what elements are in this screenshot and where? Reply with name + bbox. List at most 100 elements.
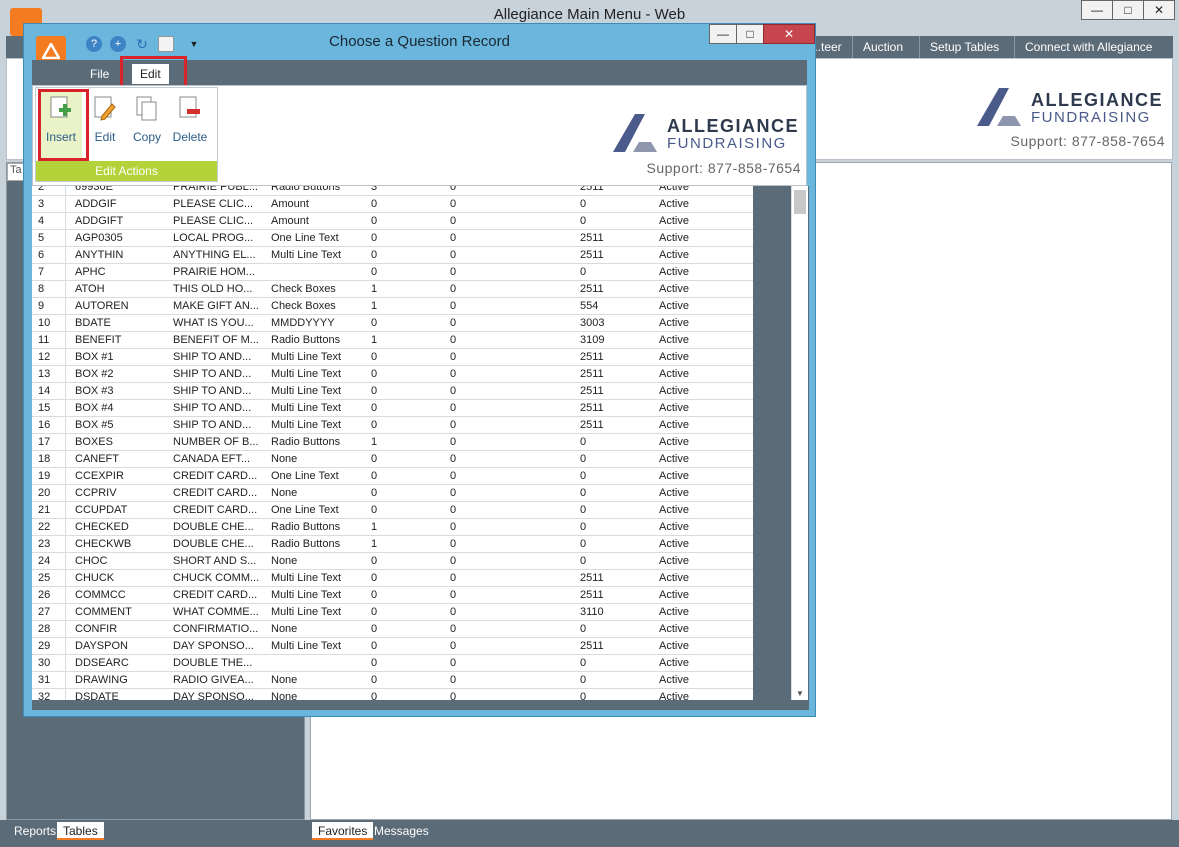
question-description-cell: WHAT COMME...: [173, 606, 259, 618]
main-tab-setup-tables[interactable]: Setup Tables: [919, 36, 1009, 58]
table-row[interactable]: 14 BOX #3 SHIP TO AND... Multi Line Text 0 0 2…: [32, 383, 753, 400]
col-a-value-cell: 0: [371, 623, 378, 635]
maximize-button[interactable]: □: [1112, 0, 1144, 20]
table-row[interactable]: 17 BOXES NUMBER OF B... Radio Buttons 1 0 0 Act…: [32, 434, 753, 451]
question-type-cell: None: [271, 555, 298, 567]
table-row[interactable]: 28 CONFIR CONFIRMATIO... None 0 0 0 Active: [32, 621, 753, 638]
table-row[interactable]: 23 CHECKWB DOUBLE CHE... Radio Buttons 1 0 0 Ac…: [32, 536, 753, 553]
col-b-value-cell: 0: [450, 351, 457, 363]
insert-button[interactable]: Insert: [40, 90, 82, 158]
dialog-maximize-button[interactable]: □: [736, 24, 764, 44]
menu-edit[interactable]: Edit: [132, 64, 169, 84]
col-c-value-cell: 0: [580, 470, 587, 482]
col-c-value-cell: 0: [580, 538, 587, 550]
table-row[interactable]: 32 DSDATE DAY SPONSO... None 0 0 0 Active: [32, 689, 753, 700]
table-row[interactable]: 24 CHOC SHORT AND S... None 0 0 0 Active: [32, 553, 753, 570]
allegiance-logo: ALLEGIANCE FUNDRAISING: [975, 86, 1165, 133]
table-row[interactable]: 29 DAYSPON DAY SPONSO... Multi Line Text 0 0 2…: [32, 638, 753, 655]
table-row[interactable]: 3 ADDGIF PLEASE CLIC... Amount 0 0 0 Active: [32, 196, 753, 213]
col-c-value-cell: 0: [580, 436, 587, 448]
question-code-cell: ANYTHIN: [75, 249, 124, 261]
tab-messages[interactable]: Messages: [368, 822, 435, 840]
question-code-cell: CHECKED: [75, 521, 129, 533]
close-button[interactable]: ✕: [1143, 0, 1175, 20]
table-row[interactable]: 31 DRAWING RADIO GIVEA... None 0 0 0 Active: [32, 672, 753, 689]
table-row[interactable]: 13 BOX #2 SHIP TO AND... Multi Line Text 0 0 2…: [32, 366, 753, 383]
question-description-cell: CREDIT CARD...: [173, 504, 258, 516]
row-number-cell: 9: [32, 298, 66, 314]
main-tab-connect[interactable]: Connect with Allegiance: [1014, 36, 1162, 58]
table-row[interactable]: 9 AUTOREN MAKE GIFT AN... Check Boxes 1 0 554 A…: [32, 298, 753, 315]
dialog-close-button[interactable]: ✕: [763, 24, 815, 44]
table-row[interactable]: 5 AGP0305 LOCAL PROG... One Line Text 0 0 2511…: [32, 230, 753, 247]
edit-actions-group-label: Edit Actions: [36, 161, 217, 181]
vertical-scrollbar[interactable]: ▼: [791, 186, 808, 700]
table-row[interactable]: 11 BENEFIT BENEFIT OF M... Radio Buttons 1 0 3…: [32, 332, 753, 349]
table-row[interactable]: 6 ANYTHIN ANYTHING EL... Multi Line Text 0 0 2…: [32, 247, 753, 264]
col-a-value-cell: 0: [371, 198, 378, 210]
copy-button[interactable]: Copy: [126, 90, 168, 158]
question-description-cell: CHUCK COMM...: [173, 572, 260, 584]
row-number-cell: 16: [32, 417, 66, 433]
table-row[interactable]: 26 COMMCC CREDIT CARD... Multi Line Text 0 0 2…: [32, 587, 753, 604]
col-b-value-cell: 0: [450, 674, 457, 686]
minimize-button[interactable]: —: [1081, 0, 1113, 20]
question-description-cell: DAY SPONSO...: [173, 640, 254, 652]
row-number-cell: 22: [32, 519, 66, 535]
row-number-cell: 24: [32, 553, 66, 569]
question-code-cell: BOX #4: [75, 402, 114, 414]
table-row[interactable]: 15 BOX #4 SHIP TO AND... Multi Line Text 0 0 2…: [32, 400, 753, 417]
question-code-cell: COMMCC: [75, 589, 126, 601]
table-row[interactable]: 20 CCPRIV CREDIT CARD... None 0 0 0 Active: [32, 485, 753, 502]
scroll-down-icon[interactable]: ▼: [796, 689, 804, 698]
col-c-value-cell: 3003: [580, 317, 605, 329]
col-b-value-cell: 0: [450, 385, 457, 397]
delete-icon: [179, 96, 201, 122]
col-c-value-cell: 0: [580, 453, 587, 465]
svg-text:FUNDRAISING: FUNDRAISING: [667, 135, 787, 152]
question-code-cell: BDATE: [75, 317, 111, 329]
scrollbar-thumb[interactable]: [794, 190, 806, 214]
col-c-value-cell: 2511: [580, 589, 604, 601]
menu-file[interactable]: File: [82, 64, 117, 84]
table-row[interactable]: 21 CCUPDAT CREDIT CARD... One Line Text 0 0 0 A…: [32, 502, 753, 519]
col-c-value-cell: 2511: [580, 351, 604, 363]
table-row[interactable]: 7 APHC PRAIRIE HOM... 0 0 0 Active: [32, 264, 753, 281]
table-row[interactable]: 22 CHECKED DOUBLE CHE... Radio Buttons 1 0 0 Ac…: [32, 519, 753, 536]
edit-button[interactable]: Edit: [84, 90, 126, 158]
table-row[interactable]: 10 BDATE WHAT IS YOU... MMDDYYYY 0 0 3003 Activ…: [32, 315, 753, 332]
row-number-cell: 8: [32, 281, 66, 297]
col-b-value-cell: 0: [450, 300, 457, 312]
question-code-cell: ADDGIFT: [75, 215, 124, 227]
table-row[interactable]: 12 BOX #1 SHIP TO AND... Multi Line Text 0 0 2…: [32, 349, 753, 366]
table-row[interactable]: 4 ADDGIFT PLEASE CLIC... Amount 0 0 0 Active: [32, 213, 753, 230]
question-description-cell: BENEFIT OF M...: [173, 334, 259, 346]
table-row[interactable]: 19 CCEXPIR CREDIT CARD... One Line Text 0 0 0 A…: [32, 468, 753, 485]
col-a-value-cell: 0: [371, 249, 378, 261]
tab-reports[interactable]: Reports: [8, 822, 62, 840]
table-row[interactable]: 2 69930E PRAIRIE PUBL... Radio Buttons 3 0 251…: [32, 186, 753, 196]
col-c-value-cell: 2511: [580, 419, 604, 431]
row-number-cell: 13: [32, 366, 66, 382]
col-c-value-cell: 2511: [580, 572, 604, 584]
dialog-minimize-button[interactable]: —: [709, 24, 737, 44]
question-code-cell: BOX #3: [75, 385, 114, 397]
question-type-cell: Multi Line Text: [271, 402, 342, 414]
delete-label: Delete: [172, 130, 208, 144]
tab-favorites[interactable]: Favorites: [312, 822, 374, 840]
row-number-cell: 5: [32, 230, 66, 246]
question-description-cell: CREDIT CARD...: [173, 487, 258, 499]
col-b-value-cell: 0: [450, 334, 457, 346]
status-cell: Active: [659, 334, 689, 346]
tab-tables[interactable]: Tables: [57, 822, 104, 840]
main-tab-auction[interactable]: Auction: [852, 36, 913, 58]
table-row[interactable]: 30 DDSEARC DOUBLE THE... 0 0 0 Active: [32, 655, 753, 672]
table-row[interactable]: 8 ATOH THIS OLD HO... Check Boxes 1 0 2511 Acti…: [32, 281, 753, 298]
question-description-cell: PLEASE CLIC...: [173, 198, 254, 210]
table-row[interactable]: 16 BOX #5 SHIP TO AND... Multi Line Text 0 0 2…: [32, 417, 753, 434]
delete-button[interactable]: Delete: [169, 90, 211, 158]
question-description-cell: PRAIRIE HOM...: [173, 266, 255, 278]
table-row[interactable]: 27 COMMENT WHAT COMME... Multi Line Text 0 0 3…: [32, 604, 753, 621]
table-row[interactable]: 18 CANEFT CANADA EFT... None 0 0 0 Active: [32, 451, 753, 468]
table-row[interactable]: 25 CHUCK CHUCK COMM... Multi Line Text 0 0 251…: [32, 570, 753, 587]
